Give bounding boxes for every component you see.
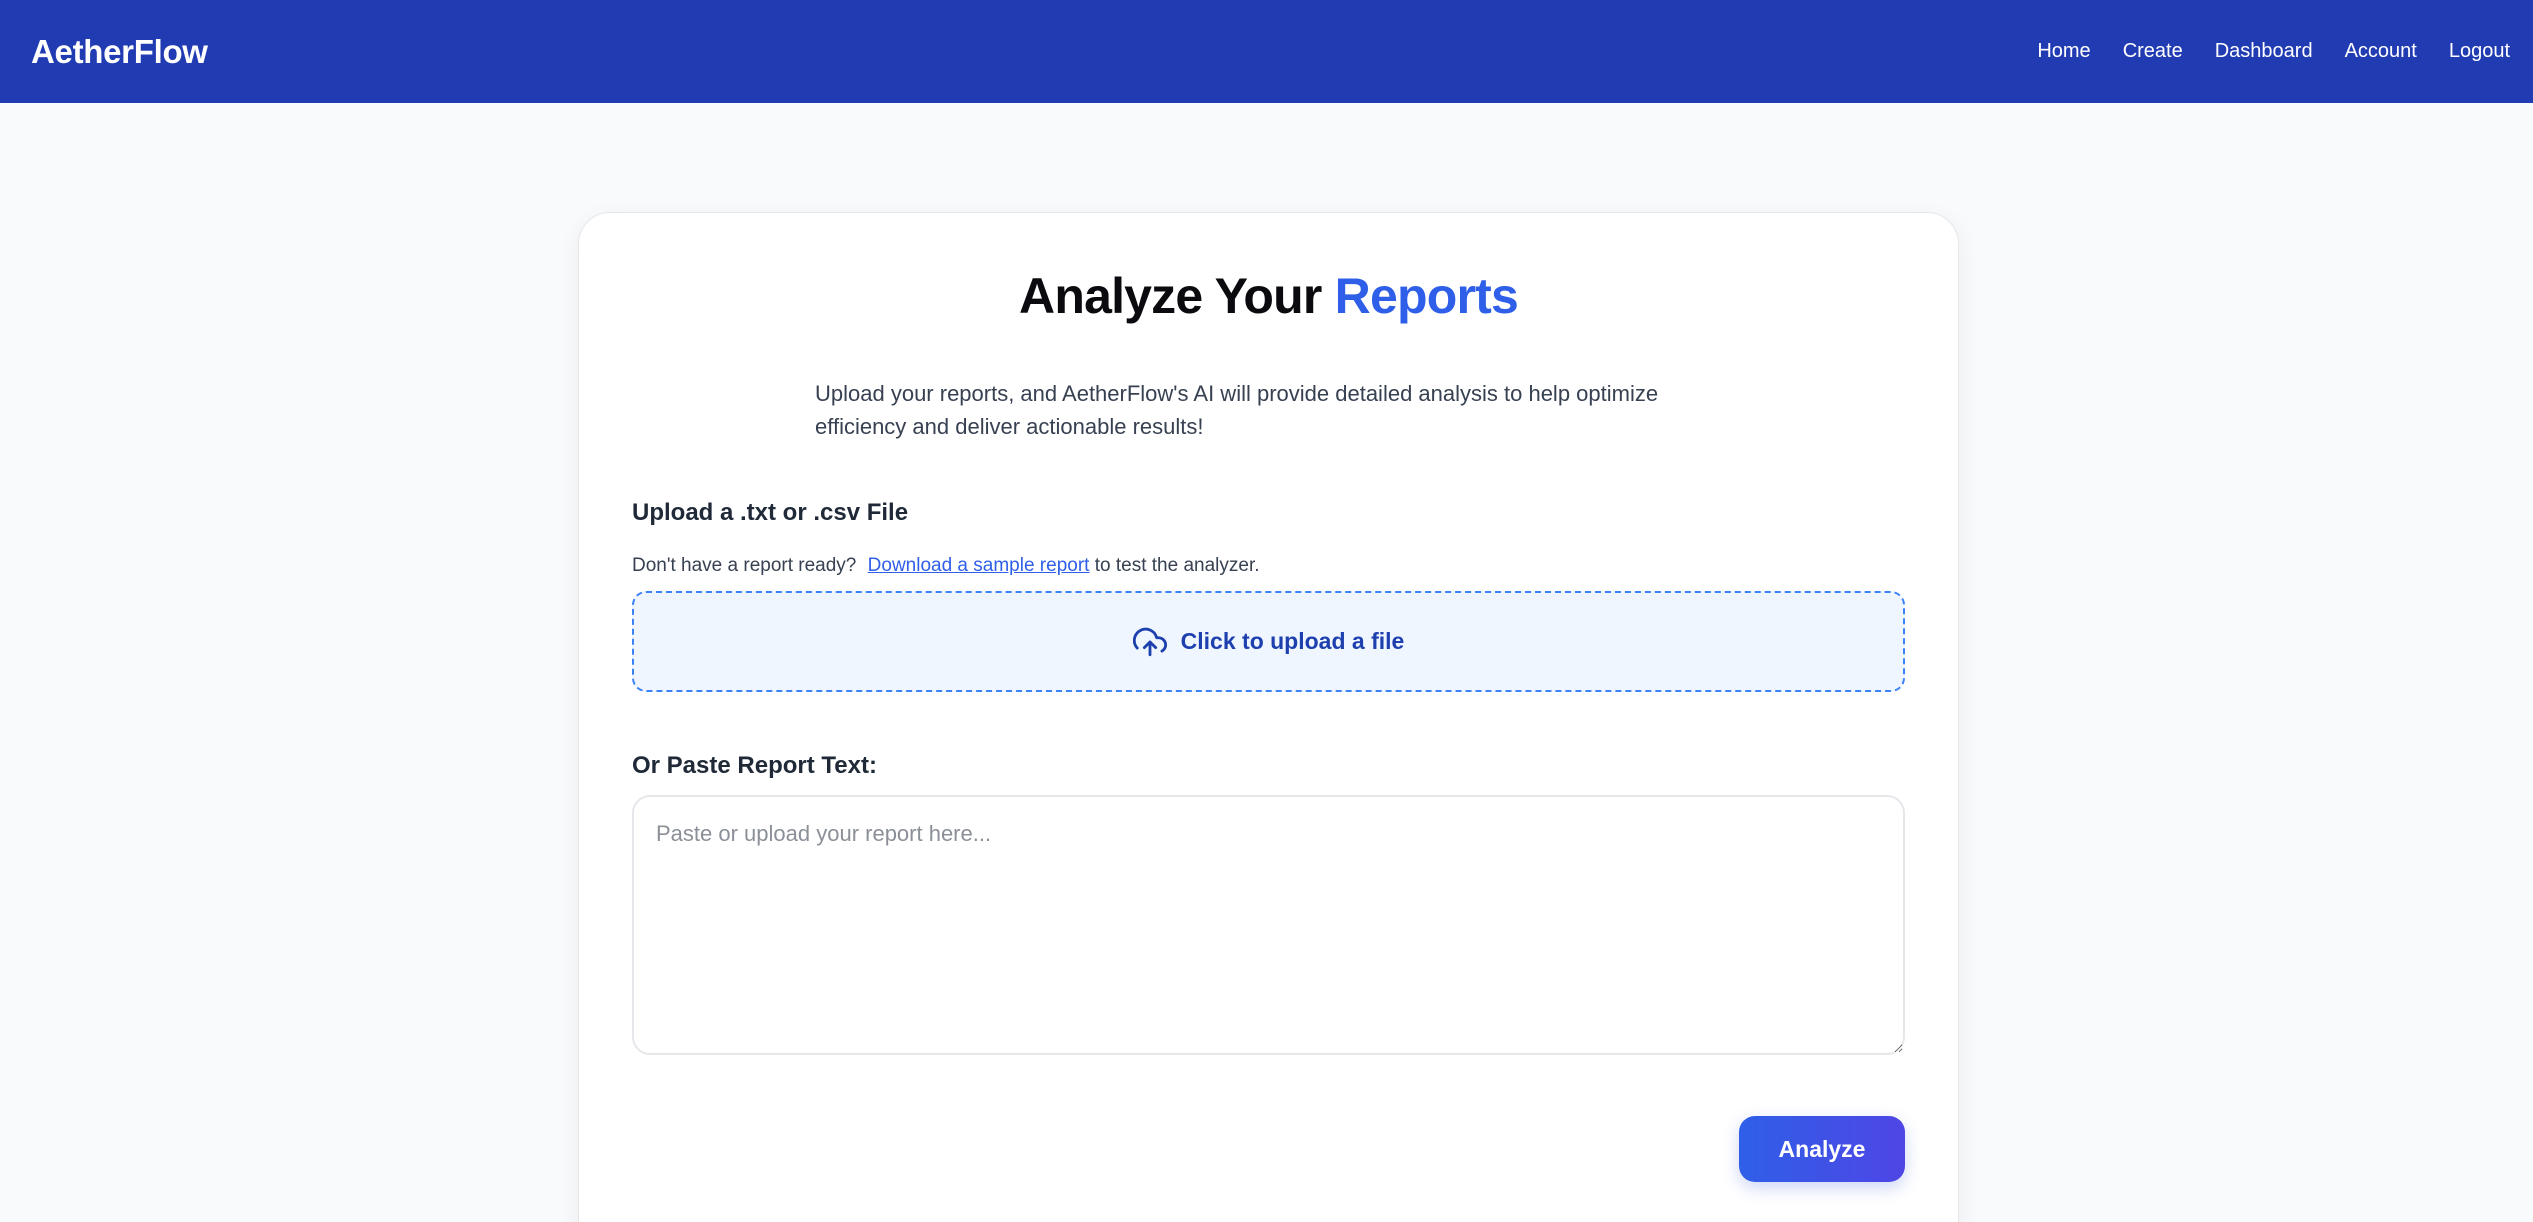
nav-dashboard[interactable]: Dashboard	[2215, 40, 2313, 63]
cloud-upload-icon	[1132, 625, 1167, 659]
download-sample-link[interactable]: Download a sample report	[868, 555, 1090, 576]
dropzone-label: Click to upload a file	[1180, 628, 1405, 654]
top-navbar: AetherFlow Home Create Dashboard Account…	[0, 0, 2533, 103]
nav-logout[interactable]: Logout	[2449, 40, 2510, 63]
nav-account[interactable]: Account	[2345, 40, 2417, 63]
paste-section-label: Or Paste Report Text:	[632, 752, 877, 779]
report-text-input[interactable]	[632, 795, 1905, 1055]
sample-suffix: to test the analyzer.	[1094, 555, 1260, 576]
brand-logo[interactable]: AetherFlow	[31, 33, 208, 71]
upload-section-label: Upload a .txt or .csv File	[632, 499, 909, 526]
nav-home[interactable]: Home	[2037, 40, 2090, 63]
analyzer-card: Analyze Your Reports Upload your reports…	[578, 212, 1959, 1222]
main-nav: Home Create Dashboard Account Logout	[2005, 40, 2510, 63]
nav-create[interactable]: Create	[2123, 40, 2183, 63]
analyze-button[interactable]: Analyze	[1739, 1116, 1905, 1182]
file-upload-dropzone[interactable]: Click to upload a file	[632, 591, 1905, 692]
title-accent: Reports	[1334, 268, 1519, 324]
sample-report-line: Don't have a report ready? Download a sa…	[632, 555, 1260, 577]
title-prefix: Analyze Your	[1019, 268, 1322, 324]
page-description: Upload your reports, and AetherFlow's AI…	[815, 381, 1659, 439]
page-title: Analyze Your Reports	[579, 267, 1958, 325]
sample-prefix: Don't have a report ready?	[632, 555, 857, 576]
